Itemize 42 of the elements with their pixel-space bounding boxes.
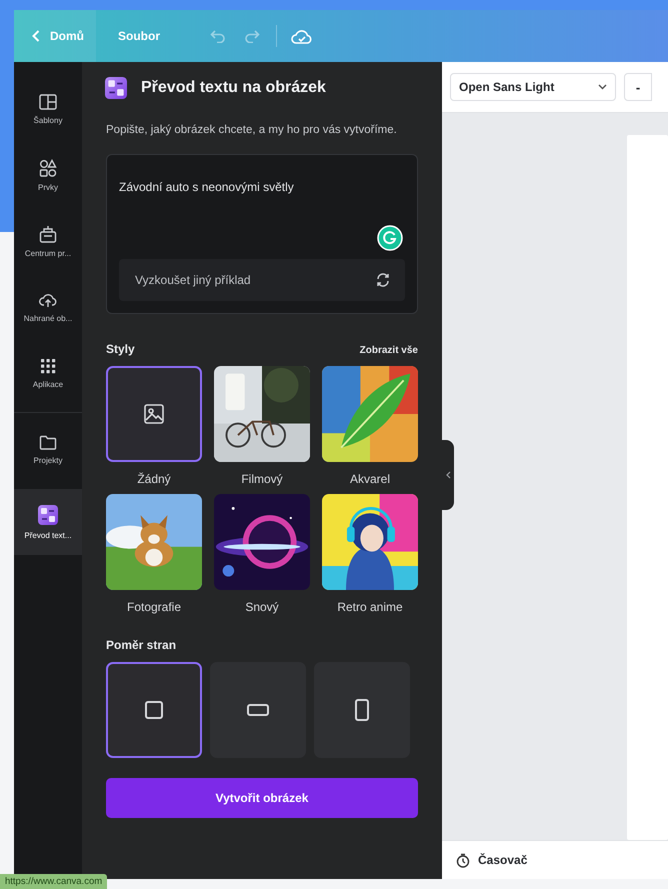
sidebar-item[interactable]: Projekty xyxy=(14,417,82,483)
sidebar-item[interactable]: Nahrané ob... xyxy=(14,274,82,340)
sidebar-item[interactable]: Centrum pr... xyxy=(14,208,82,274)
collapse-handle[interactable] xyxy=(442,440,454,510)
stopwatch-icon xyxy=(456,852,470,868)
shapes-icon xyxy=(39,158,57,176)
aspect-ratio-heading: Poměr stran xyxy=(106,638,176,652)
sidebar-item[interactable]: Šablony xyxy=(14,76,82,142)
image-icon xyxy=(143,403,165,425)
status-url: https://www.canva.com xyxy=(0,874,108,889)
styles-heading: Styly xyxy=(106,342,135,356)
apps-grid-icon xyxy=(40,358,56,374)
sidebar-item[interactable]: Aplikace xyxy=(14,340,82,406)
layout-icon xyxy=(39,94,57,110)
chevron-down-icon xyxy=(598,84,607,90)
prompt-field[interactable]: Závodní auto s neonovými světly Vyzkoušet jiný příklad xyxy=(106,154,418,314)
square-icon xyxy=(143,699,165,721)
cloud-check-icon xyxy=(291,27,313,45)
app-icon xyxy=(105,77,127,99)
panel-title: Převod textu na obrázek xyxy=(141,79,326,97)
decrease-size-button[interactable]: - xyxy=(624,73,652,101)
briefcase-icon xyxy=(39,224,57,242)
font-dropdown[interactable]: Open Sans Light xyxy=(450,73,616,101)
panel-description: Popište, jaký obrázek chcete, a my ho pro vás vytvoříme. xyxy=(106,123,398,138)
refresh-icon xyxy=(375,272,391,288)
sidebar-item[interactable]: Prvky xyxy=(14,142,82,208)
create-image-button[interactable]: Vytvořit obrázek xyxy=(106,778,418,818)
folder-icon xyxy=(39,435,57,450)
timer-button[interactable]: Časovač xyxy=(456,852,528,868)
app-icon xyxy=(38,504,58,524)
try-example-button[interactable]: Vyzkoušet jiný příklad xyxy=(119,259,405,301)
cloud-upload-icon xyxy=(39,292,57,308)
design-page[interactable] xyxy=(627,135,668,840)
aspect-ratio-option[interactable] xyxy=(106,662,202,758)
redo-icon xyxy=(244,29,260,43)
chevron-left-icon xyxy=(446,471,450,479)
sidebar-item[interactable]: Převod text... xyxy=(14,489,82,555)
back-chevron-icon xyxy=(32,30,40,42)
grammar-check-icon[interactable] xyxy=(377,225,403,251)
home-label: Domů xyxy=(50,29,84,43)
see-all-link[interactable]: Zobrazit vše xyxy=(360,345,418,356)
undo-icon xyxy=(210,29,226,43)
